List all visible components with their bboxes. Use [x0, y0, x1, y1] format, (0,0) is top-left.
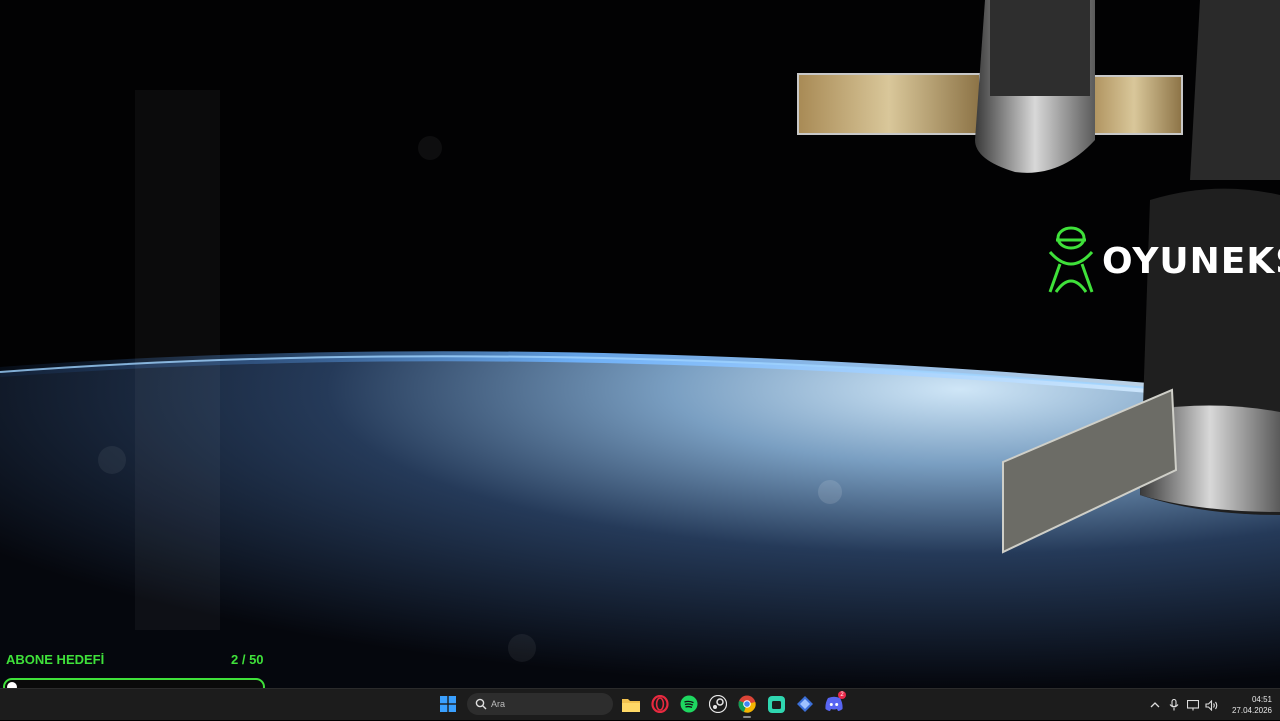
taskbar-app-store[interactable] [764, 692, 788, 716]
volume-button[interactable] [1203, 696, 1221, 714]
taskbar-app-discord[interactable]: 2 [822, 691, 846, 716]
file-explorer-icon [622, 698, 640, 712]
search-placeholder: Ara [491, 699, 506, 709]
store-app-icon [767, 695, 785, 713]
windows-start-button[interactable] [436, 692, 460, 716]
spotify-icon [680, 695, 698, 713]
taskbar-apps: Ara 2 [436, 691, 851, 718]
network-button[interactable] [1184, 696, 1202, 714]
microphone-icon [1169, 699, 1179, 711]
brand-logo: OYUNEKS [1046, 226, 1280, 296]
subscriber-goal-label: ABONE HEDEFİ [6, 652, 105, 667]
chrome-icon [738, 695, 756, 713]
notification-badge: 2 [838, 691, 846, 699]
show-hidden-icons-button[interactable] [1146, 696, 1164, 714]
windows-start-icon [440, 696, 456, 712]
taskbar: Ara 2 04:51 27.04.2026 [0, 688, 1280, 720]
taskbar-app-steam[interactable] [706, 692, 730, 716]
clock-time: 04:51 [1251, 695, 1272, 704]
taskbar-clock[interactable]: 04:51 27.04.2026 [1232, 694, 1272, 716]
oyuneks-logo-icon [1048, 226, 1094, 293]
space-station-earth-wallpaper [0, 0, 1280, 688]
clock-date: 27.04.2026 [1231, 706, 1272, 715]
taskbar-search-box[interactable]: Ara [467, 693, 613, 715]
desktop-wallpaper [0, 0, 1280, 688]
volume-icon [1205, 699, 1218, 711]
chevron-up-icon [1150, 702, 1160, 708]
brand-name: OYUNEKS [1102, 240, 1280, 282]
tool-app-icon [797, 696, 813, 712]
microphone-button[interactable] [1165, 696, 1183, 714]
search-icon [475, 698, 487, 710]
active-app-indicator [743, 716, 751, 718]
taskbar-app-opera-gx[interactable] [648, 692, 672, 716]
steam-icon [709, 695, 727, 713]
subscriber-goal-count: 2 / 50 [231, 652, 264, 667]
taskbar-app-tool[interactable] [793, 692, 817, 716]
taskbar-app-spotify[interactable] [677, 692, 701, 716]
network-icon [1186, 699, 1199, 710]
taskbar-app-file-explorer[interactable] [619, 692, 643, 716]
system-tray: 04:51 27.04.2026 [1146, 689, 1272, 721]
opera-gx-icon [651, 695, 669, 713]
taskbar-app-chrome[interactable] [735, 692, 759, 718]
